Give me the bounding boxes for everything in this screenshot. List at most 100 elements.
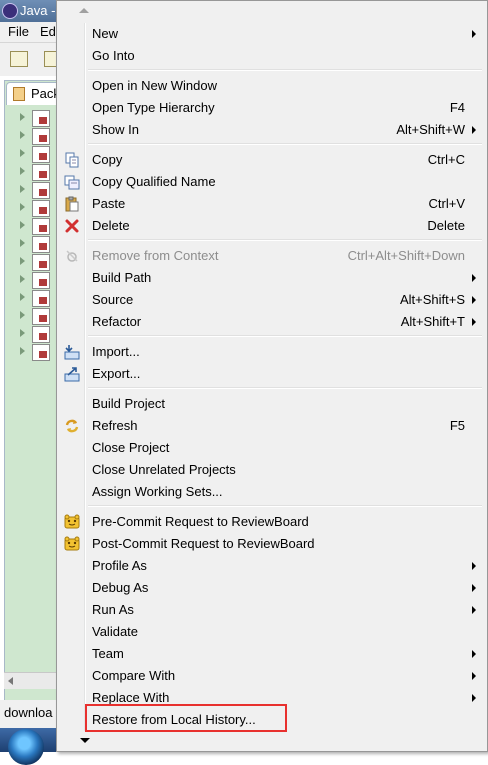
import-icon bbox=[64, 344, 80, 360]
toolbar bbox=[0, 43, 62, 76]
horizontal-scrollbar[interactable] bbox=[4, 672, 60, 689]
menu-item-assign-working-sets[interactable]: Assign Working Sets... bbox=[60, 481, 484, 503]
menu-scroll-down-icon[interactable] bbox=[80, 738, 90, 743]
menu-item-shortcut: Ctrl+C bbox=[427, 152, 465, 167]
menu-item-open-type-hierarchy[interactable]: Open Type Hierarchy F4 bbox=[60, 97, 484, 119]
menu-item-close-unrelated-projects[interactable]: Close Unrelated Projects bbox=[60, 459, 484, 481]
menu-item-build-project[interactable]: Build Project bbox=[60, 393, 484, 415]
menu-item-shortcut: Delete bbox=[427, 218, 465, 233]
expand-arrow-icon[interactable] bbox=[20, 239, 25, 247]
menu-item-new[interactable]: New bbox=[60, 23, 484, 45]
taskbar bbox=[0, 728, 60, 765]
menu-item-validate[interactable]: Validate bbox=[60, 621, 484, 643]
menu-item-refactor[interactable]: Refactor Alt+Shift+T bbox=[60, 311, 484, 333]
menu-separator bbox=[88, 239, 482, 241]
menu-item-label: Build Path bbox=[92, 270, 152, 285]
menu-item-post-commit-request-to-reviewboard[interactable]: Post-Commit Request to ReviewBoard bbox=[60, 533, 484, 555]
reviewboard-icon bbox=[64, 514, 80, 530]
menu-item-close-project[interactable]: Close Project bbox=[60, 437, 484, 459]
menu-item-build-path[interactable]: Build Path bbox=[60, 267, 484, 289]
expand-arrow-icon[interactable] bbox=[20, 257, 25, 265]
menu-item-label: Assign Working Sets... bbox=[92, 484, 223, 499]
paste-icon bbox=[64, 196, 80, 212]
expand-arrow-icon[interactable] bbox=[20, 311, 25, 319]
menu-item-run-as[interactable]: Run As bbox=[60, 599, 484, 621]
menu-item-shortcut: F4 bbox=[449, 100, 465, 115]
expand-arrow-icon[interactable] bbox=[20, 293, 25, 301]
menu-item-label: Replace With bbox=[92, 690, 170, 705]
menu-item-source[interactable]: Source Alt+Shift+S bbox=[60, 289, 484, 311]
menu-item-shortcut: Ctrl+V bbox=[428, 196, 465, 211]
menu-scroll-up-icon[interactable] bbox=[79, 8, 89, 13]
java-project-icon bbox=[32, 326, 50, 343]
windows-start-icon[interactable] bbox=[8, 729, 44, 765]
menu-item-label: Source bbox=[92, 292, 134, 307]
menu-item-label: Remove from Context bbox=[92, 248, 219, 263]
menu-item-profile-as[interactable]: Profile As bbox=[60, 555, 484, 577]
expand-arrow-icon[interactable] bbox=[20, 275, 25, 283]
menu-item-label: Import... bbox=[92, 344, 140, 359]
menu-item-copy-qualified-name[interactable]: Copy Qualified Name bbox=[60, 171, 484, 193]
menu-item-label: Team bbox=[92, 646, 124, 661]
menu-separator bbox=[88, 69, 482, 71]
menu-item-copy[interactable]: Copy Ctrl+C bbox=[60, 149, 484, 171]
submenu-arrow-icon bbox=[472, 672, 476, 680]
menu-item-label: Profile As bbox=[92, 558, 147, 573]
scroll-left-icon[interactable] bbox=[8, 677, 13, 685]
submenu-arrow-icon bbox=[472, 30, 476, 38]
submenu-arrow-icon bbox=[472, 274, 476, 282]
menu-separator bbox=[88, 143, 482, 145]
java-project-icon bbox=[32, 344, 50, 361]
window-title: Java - bbox=[20, 3, 56, 18]
menu-item-team[interactable]: Team bbox=[60, 643, 484, 665]
menu-item-open-in-new-window[interactable]: Open in New Window bbox=[60, 75, 484, 97]
expand-arrow-icon[interactable] bbox=[20, 131, 25, 139]
expand-arrow-icon[interactable] bbox=[20, 149, 25, 157]
menu-item-debug-as[interactable]: Debug As bbox=[60, 577, 484, 599]
highlight-annotation bbox=[85, 704, 287, 732]
package-explorer-tab[interactable]: Pack bbox=[6, 82, 62, 105]
menu-item-label: Go Into bbox=[92, 48, 135, 63]
menu-item-shortcut: Alt+Shift+W bbox=[396, 122, 465, 137]
package-explorer-icon bbox=[13, 87, 25, 101]
menu-item-label: Close Unrelated Projects bbox=[92, 462, 236, 477]
menu-item-label: Export... bbox=[92, 366, 141, 381]
menu-item-show-in[interactable]: Show In Alt+Shift+W bbox=[60, 119, 484, 141]
menu-item-go-into[interactable]: Go Into bbox=[60, 45, 484, 67]
submenu-arrow-icon bbox=[472, 126, 476, 134]
status-bar: downloa bbox=[0, 700, 60, 728]
java-project-icon bbox=[32, 110, 50, 127]
java-project-icon bbox=[32, 236, 50, 253]
expand-arrow-icon[interactable] bbox=[20, 221, 25, 229]
menu-item-pre-commit-request-to-reviewboard[interactable]: Pre-Commit Request to ReviewBoard bbox=[60, 511, 484, 533]
status-text: downloa bbox=[4, 705, 53, 720]
java-project-icon bbox=[32, 254, 50, 271]
menu-item-label: Close Project bbox=[92, 440, 170, 455]
menu-bar: File Ed bbox=[0, 22, 60, 43]
expand-arrow-icon[interactable] bbox=[20, 347, 25, 355]
copy-qualified-name-icon bbox=[64, 174, 80, 190]
menu-item-label: Delete bbox=[92, 218, 130, 233]
new-wizard-icon[interactable] bbox=[10, 51, 28, 67]
menu-edit[interactable]: Ed bbox=[40, 24, 56, 39]
menu-file[interactable]: File bbox=[8, 24, 29, 39]
menu-item-compare-with[interactable]: Compare With bbox=[60, 665, 484, 687]
expand-arrow-icon[interactable] bbox=[20, 167, 25, 175]
menu-item-label: Show In bbox=[92, 122, 139, 137]
menu-item-refresh[interactable]: Refresh F5 bbox=[60, 415, 484, 437]
menu-item-label: Post-Commit Request to ReviewBoard bbox=[92, 536, 315, 551]
menu-item-label: Pre-Commit Request to ReviewBoard bbox=[92, 514, 309, 529]
expand-arrow-icon[interactable] bbox=[20, 329, 25, 337]
menu-item-delete[interactable]: Delete Delete bbox=[60, 215, 484, 237]
context-menu: New Go Into Open in New Window Open Type Hi… bbox=[56, 0, 488, 752]
menu-item-export[interactable]: Export... bbox=[60, 363, 484, 385]
menu-item-import[interactable]: Import... bbox=[60, 341, 484, 363]
menu-item-label: Open in New Window bbox=[92, 78, 217, 93]
menu-item-label: Copy bbox=[92, 152, 123, 167]
submenu-arrow-icon bbox=[472, 562, 476, 570]
expand-arrow-icon[interactable] bbox=[20, 203, 25, 211]
expand-arrow-icon[interactable] bbox=[20, 113, 25, 121]
eclipse-icon bbox=[2, 3, 18, 19]
expand-arrow-icon[interactable] bbox=[20, 185, 25, 193]
menu-item-paste[interactable]: Paste Ctrl+V bbox=[60, 193, 484, 215]
